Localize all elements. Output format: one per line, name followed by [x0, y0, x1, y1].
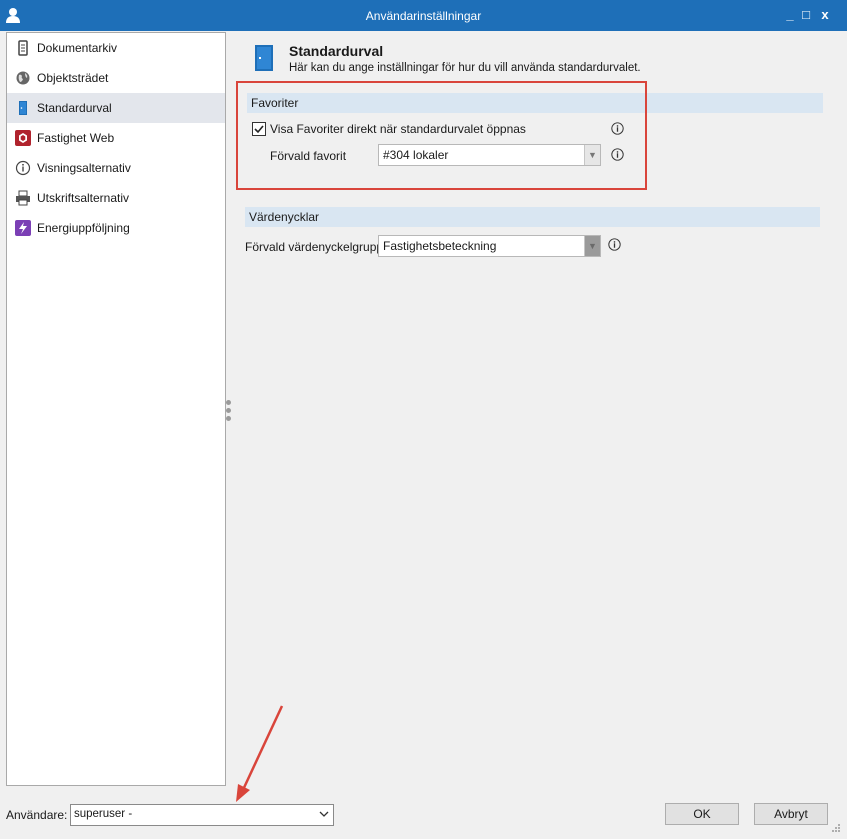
maximize-button[interactable]: □: [797, 6, 815, 24]
close-button[interactable]: x: [816, 6, 834, 24]
visa-favoriter-checkbox[interactable]: [252, 122, 266, 136]
section-header-vardenycklar: Värdenycklar: [245, 207, 820, 227]
sidebar-item-dokumentarkiv[interactable]: Dokumentarkiv: [7, 33, 225, 63]
sidebar-item-label: Visningsalternativ: [37, 161, 131, 175]
window-titlebar: Användarinställningar _ □ x: [0, 0, 847, 31]
user-label: Användare:: [6, 808, 68, 822]
sidebar-item-objektstradet[interactable]: Objektsträdet: [7, 63, 225, 93]
sidebar-item-label: Fastighet Web: [37, 131, 115, 145]
sidebar-item-label: Utskriftsalternativ: [37, 191, 130, 205]
forvald-favorit-label: Förvald favorit: [270, 149, 347, 163]
visa-favoriter-label: Visa Favoriter direkt när standardurvale…: [270, 122, 526, 136]
forvald-favorit-dropdown[interactable]: #304 lokaler ▼: [378, 144, 601, 166]
door-icon: [255, 45, 273, 71]
chevron-down-icon: [319, 811, 329, 817]
sidebar-item-utskriftsalternativ[interactable]: Utskriftsalternativ: [7, 183, 225, 213]
sidebar-item-label: Standardurval: [37, 101, 112, 115]
page-title: Standardurval: [289, 43, 384, 59]
dropdown-value: Fastighetsbeteckning: [383, 239, 497, 253]
cancel-button[interactable]: Avbryt: [754, 803, 828, 825]
sidebar-item-label: Objektsträdet: [37, 71, 109, 85]
section-title: Favoriter: [251, 96, 299, 110]
window-title: Användarinställningar: [365, 9, 482, 23]
forvald-vardenyckelgrupp-label: Förvald värdenyckelgrupp: [245, 240, 384, 254]
page-subtitle: Här kan du ange inställningar för hur du…: [289, 62, 641, 74]
user-dropdown[interactable]: superuser -: [70, 804, 334, 826]
settings-sidebar: Dokumentarkiv Objektsträdet Standardurva…: [6, 32, 226, 786]
info-icon[interactable]: [608, 238, 621, 251]
forvald-vardenyckelgrupp-dropdown[interactable]: Fastighetsbeteckning ▼: [378, 235, 601, 257]
sidebar-item-label: Dokumentarkiv: [37, 41, 118, 55]
lightning-icon: [15, 220, 31, 236]
info-icon[interactable]: [611, 122, 624, 135]
info-icon: [15, 160, 31, 176]
dropdown-value: #304 lokaler: [383, 148, 449, 162]
sidebar-item-fastighet-web[interactable]: Fastighet Web: [7, 123, 225, 153]
sidebar-item-visningsalternativ[interactable]: Visningsalternativ: [7, 153, 225, 183]
printer-icon: [16, 190, 30, 206]
document-archive-icon: [18, 40, 28, 56]
hexagon-web-icon: [15, 130, 31, 146]
sidebar-item-standardurval[interactable]: Standardurval: [7, 93, 225, 123]
info-icon[interactable]: [611, 148, 624, 161]
section-title: Värdenycklar: [249, 210, 320, 224]
sidebar-item-energiuppfoljning[interactable]: Energiuppföljning: [7, 213, 225, 243]
section-header-favoriter: Favoriter: [247, 93, 823, 113]
globe-icon: [16, 71, 30, 85]
resize-grip-icon[interactable]: [831, 823, 841, 833]
dropdown-value: superuser -: [74, 808, 133, 820]
chevron-down-icon: ▼: [584, 145, 600, 165]
checkmark-icon: [254, 125, 264, 134]
door-icon: [19, 101, 27, 115]
chevron-down-icon: ▼: [584, 236, 600, 256]
ok-button[interactable]: OK: [665, 803, 739, 825]
sidebar-item-label: Energiuppföljning: [37, 221, 130, 235]
